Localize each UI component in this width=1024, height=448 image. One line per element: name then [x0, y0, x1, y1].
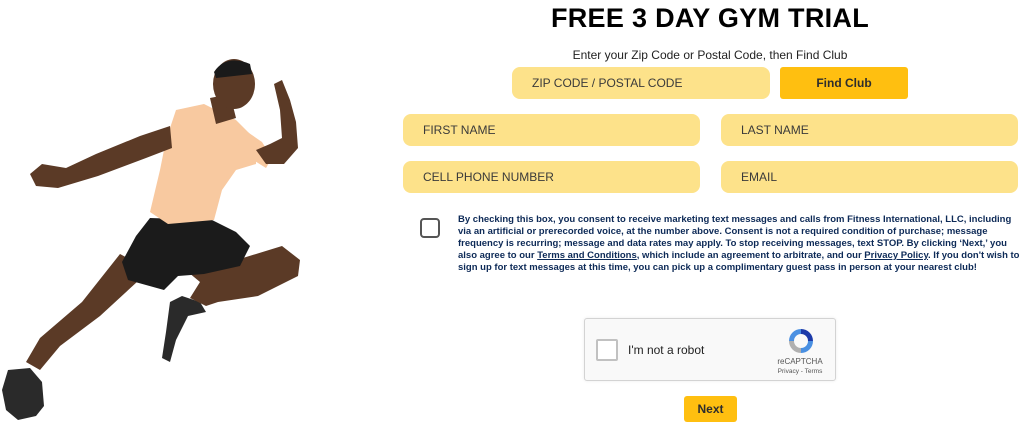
terms-and-conditions-link[interactable]: Terms and Conditions: [537, 250, 637, 261]
find-club-button[interactable]: Find Club: [780, 67, 908, 99]
recaptcha-privacy-terms[interactable]: Privacy - Terms: [765, 368, 835, 375]
consent-checkbox[interactable]: [420, 218, 440, 238]
recaptcha-checkbox[interactable]: [596, 339, 618, 361]
consent-text: By checking this box, you consent to rec…: [458, 214, 1020, 274]
email-input[interactable]: [721, 161, 1018, 193]
cell-phone-input[interactable]: [403, 161, 700, 193]
recaptcha-brand: reCAPTCHA: [777, 357, 823, 366]
athlete-hero-image: [2, 59, 300, 420]
last-name-input[interactable]: [721, 114, 1018, 146]
privacy-policy-link[interactable]: Privacy Policy: [864, 250, 928, 261]
page-title: FREE 3 DAY GYM TRIAL: [550, 3, 870, 33]
recaptcha-label: I'm not a robot: [628, 343, 705, 357]
zip-code-input[interactable]: [512, 67, 770, 99]
page-subtitle: Enter your Zip Code or Postal Code, then…: [572, 48, 848, 62]
consent-text-part2: , which include an agreement to arbitrat…: [636, 250, 865, 261]
next-button[interactable]: Next: [684, 396, 737, 422]
recaptcha-logo-icon: [789, 329, 813, 353]
recaptcha-widget: I'm not a robot reCAPTCHA Privacy - Term…: [584, 318, 836, 381]
first-name-input[interactable]: [403, 114, 700, 146]
